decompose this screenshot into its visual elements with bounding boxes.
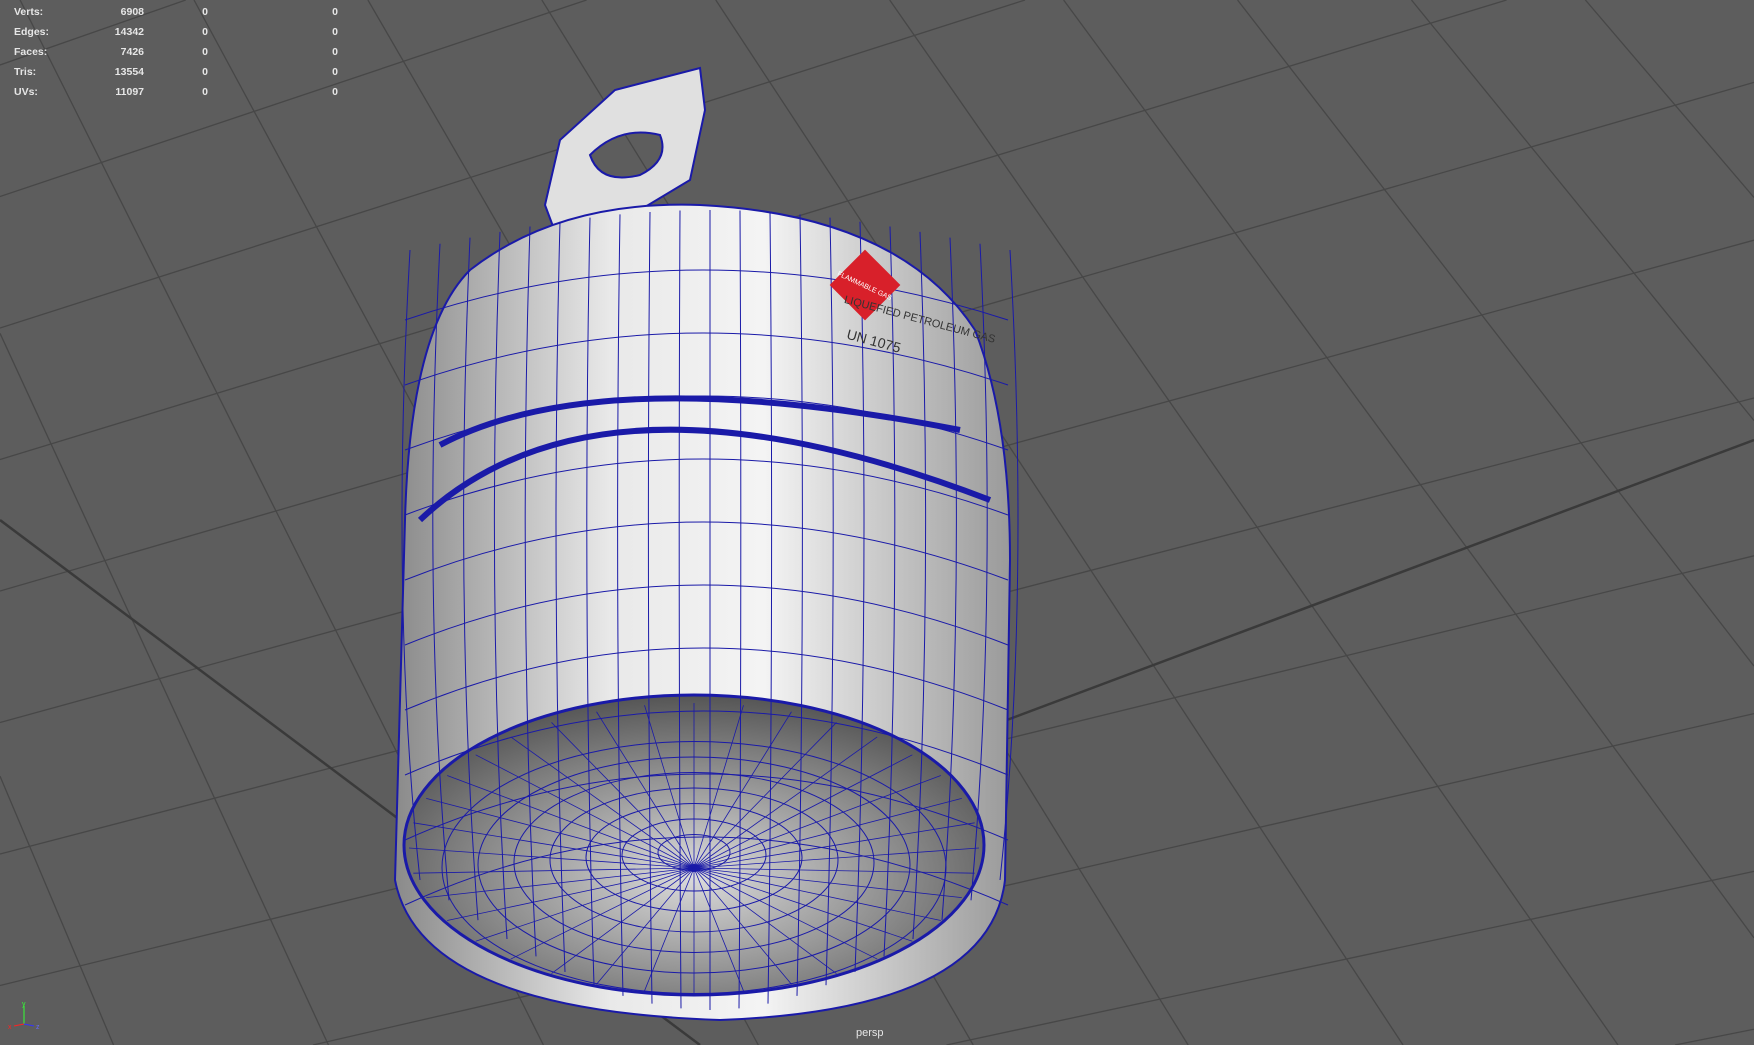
hud-uv: 0 [332, 46, 338, 58]
hud-label: Tris: [14, 66, 37, 78]
grid-line [1674, 1028, 1754, 1045]
hud-row: Faces: 7426 0 0 [14, 42, 338, 62]
grid-line [946, 870, 1754, 1045]
grid-line [1237, 0, 1754, 667]
hud-label: Faces: [14, 46, 48, 58]
axis-z-label: z [36, 1024, 40, 1030]
hud-selected: 0 [202, 46, 208, 58]
hud-uv: 0 [332, 66, 338, 78]
hud-row: Edges: 14342 0 0 [14, 22, 338, 42]
hud-row: Tris: 13554 0 0 [14, 62, 338, 82]
axis-gizmo-icon: y x z [8, 1001, 40, 1030]
hud-total: 13554 [114, 66, 144, 78]
grid-line [899, 438, 1754, 762]
poly-count-hud: Verts: 6908 0 0 Edges: 14342 0 0 Faces: 7426 0 0 Tri… [14, 2, 338, 102]
hud-label: Edges: [14, 26, 50, 38]
hud-total: 14342 [114, 26, 144, 38]
hud-total: 7426 [120, 46, 144, 58]
gas-cylinder-model[interactable]: FLAMMABLE GAS LIQUEFIED PETROLEUM GAS UN… [393, 66, 1019, 1022]
hud-uv: 0 [332, 6, 338, 18]
hud-row: UVs: 11097 0 0 [14, 82, 338, 102]
hud-selected: 0 [202, 86, 208, 98]
camera-name-label: persp [856, 1027, 884, 1039]
axis-x-label: x [8, 1024, 12, 1030]
hud-total: 6908 [120, 6, 144, 18]
grid-line [1410, 0, 1754, 421]
hud-label: UVs: [14, 86, 38, 98]
grid-line [1584, 0, 1754, 198]
grid-line [0, 333, 330, 1045]
axis-y-label: y [22, 1001, 26, 1008]
hud-label: Verts: [14, 6, 44, 18]
hud-selected: 0 [202, 26, 208, 38]
hud-row: Verts: 6908 0 0 [14, 2, 338, 22]
hud-uv: 0 [332, 86, 338, 98]
hud-selected: 0 [202, 6, 208, 18]
3d-viewport[interactable]: FLAMMABLE GAS LIQUEFIED PETROLEUM GAS UN… [0, 0, 1754, 1045]
hud-total: 11097 [115, 86, 144, 98]
grid-line [1063, 0, 1754, 939]
hud-selected: 0 [202, 66, 208, 78]
hud-uv: 0 [332, 26, 338, 38]
